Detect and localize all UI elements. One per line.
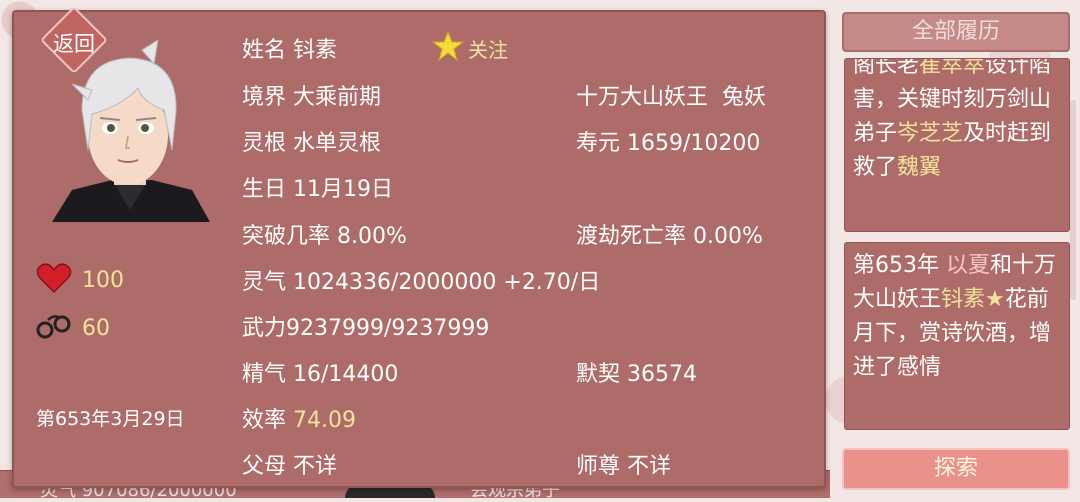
qi-label: 灵气	[242, 270, 287, 295]
history-scrollbar[interactable]	[1070, 100, 1076, 300]
name-value: 钭素	[293, 38, 338, 63]
realm-field: 境界 大乘前期	[242, 79, 381, 111]
follow-button[interactable]: 关注	[431, 30, 508, 66]
efficiency-label: 效率	[242, 408, 287, 433]
essence-value: 16/14400	[293, 362, 399, 387]
essence-label: 精气	[242, 362, 287, 387]
race-value: 兔妖	[722, 85, 767, 110]
follow-label: 关注	[468, 37, 508, 62]
parents-field: 父母 不详	[242, 448, 337, 480]
qi-value: 1024336/2000000 +2.70/日	[293, 270, 601, 295]
history2-name-a: 以夏	[946, 253, 991, 278]
heart-icon	[36, 262, 72, 298]
all-history-button[interactable]: 全部履历	[842, 12, 1070, 52]
history2-text-a: 第653年	[853, 253, 946, 278]
hp-value: 100	[82, 267, 124, 293]
force-label: 武力	[242, 316, 287, 341]
root-label: 灵根	[242, 131, 287, 156]
realm-label: 境界	[242, 85, 287, 110]
master-label: 师尊	[576, 454, 621, 479]
tribulation-field: 渡劫死亡率 0.00%	[576, 218, 763, 250]
back-button-label: 返回	[53, 32, 95, 56]
history1-text-a: 阁长老	[853, 58, 920, 78]
realm-value: 大乘前期	[293, 85, 382, 110]
tacit-value: 36574	[627, 362, 698, 387]
name-field: 姓名 钭素	[242, 32, 337, 64]
breakthrough-value: 8.00%	[337, 224, 407, 249]
efficiency-field: 效率 74.09	[242, 402, 356, 434]
master-value: 不详	[627, 454, 672, 479]
lifespan-label: 寿元	[576, 131, 621, 156]
qi-field: 灵气 1024336/2000000 +2.70/日	[242, 264, 600, 296]
history-card-2: 第653年 以夏和十万大山妖王钭素★花前月下，赏诗饮酒，增进了感情	[844, 242, 1070, 430]
tribulation-label: 渡劫死亡率	[576, 224, 687, 249]
bond-stat: 60	[36, 310, 110, 346]
tacit-label: 默契	[576, 362, 621, 387]
tacit-field: 默契 36574	[576, 356, 697, 388]
history1-name-b: 岑芝芝	[897, 121, 964, 146]
parents-value: 不详	[293, 454, 338, 479]
force-field: 武力9237999/9237999	[242, 310, 489, 342]
handcuffs-icon	[36, 310, 72, 346]
game-date: 第653年3月29日	[36, 408, 185, 430]
hp-stat: 100	[36, 262, 124, 298]
birthday-field: 生日 11月19日	[242, 171, 393, 203]
title-field: 十万大山妖王 兔妖	[576, 79, 766, 111]
history-card-1: 阁长老崔萃萃设计陷害，关键时刻万剑山弟子岑芝芝及时赶到救了魏翼	[844, 58, 1070, 232]
bond-value: 60	[82, 315, 110, 341]
root-value: 水单灵根	[293, 131, 382, 156]
efficiency-value: 74.09	[293, 408, 356, 433]
birthday-value: 11月19日	[293, 177, 394, 202]
force-value: 9237999/9237999	[286, 316, 490, 341]
tribulation-value: 0.00%	[693, 224, 763, 249]
parents-label: 父母	[242, 454, 287, 479]
master-field: 师尊 不详	[576, 448, 671, 480]
lifespan-value: 1659/10200	[627, 131, 761, 156]
essence-field: 精气 16/14400	[242, 356, 398, 388]
back-button[interactable]: 返回	[34, 6, 114, 74]
explore-button[interactable]: 探索	[842, 448, 1070, 490]
breakthrough-field: 突破几率 8.00%	[242, 218, 407, 250]
root-field: 灵根 水单灵根	[242, 125, 381, 157]
name-label: 姓名	[242, 38, 287, 63]
birthday-label: 生日	[242, 177, 287, 202]
history1-name-c: 魏翼	[897, 155, 942, 180]
breakthrough-label: 突破几率	[242, 224, 331, 249]
title-value: 十万大山妖王	[576, 85, 709, 110]
star-icon	[431, 30, 465, 66]
lifespan-field: 寿元 1659/10200	[576, 125, 760, 157]
history1-name-a: 崔萃萃	[919, 58, 986, 78]
history2-name-b: 钭素★	[941, 287, 1005, 312]
